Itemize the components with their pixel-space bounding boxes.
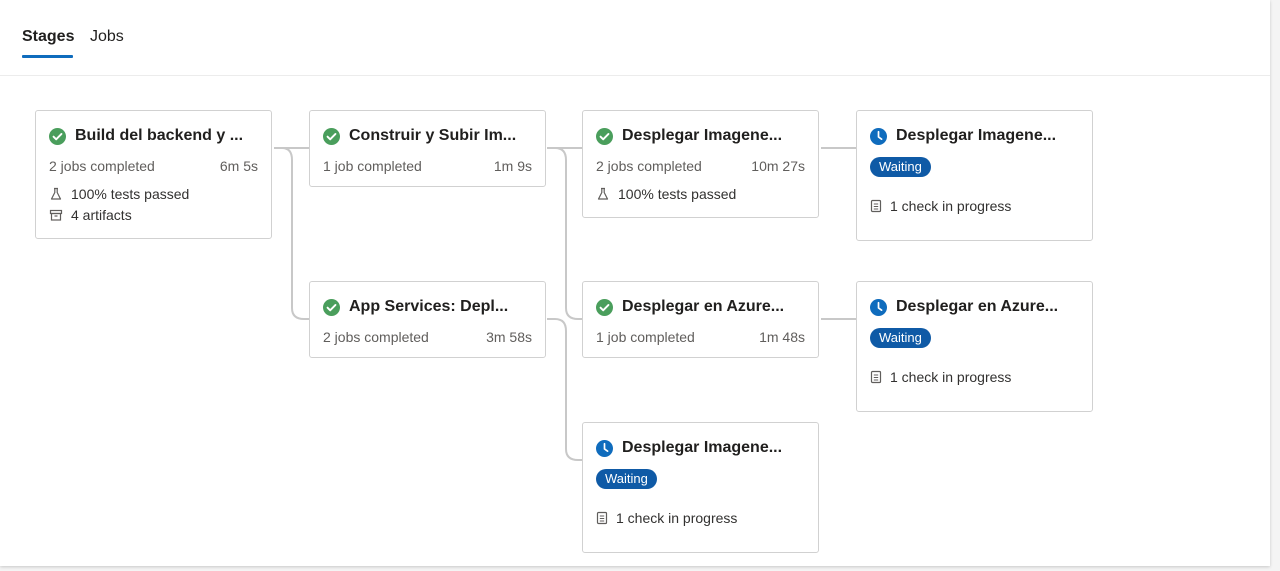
stage-duration: 1m 48s — [759, 329, 805, 345]
clock-icon — [596, 439, 613, 457]
waiting-badge: Waiting — [596, 469, 657, 489]
check-summary[interactable]: 1 check in progress — [870, 198, 1011, 214]
stage-title: Desplegar Imagene... — [622, 439, 783, 456]
stage-duration: 1m 9s — [493, 158, 532, 174]
checklist-icon — [870, 199, 882, 213]
success-check-icon — [596, 298, 613, 316]
checklist-icon — [596, 511, 608, 525]
check-summary[interactable]: 1 check in progress — [596, 510, 737, 526]
artifacts-label: 4 artifacts — [71, 207, 132, 223]
stage-duration: 3m 58s — [486, 329, 532, 345]
stage-card-desplegar-imagenes-3[interactable]: Desplegar Imagene... Waiting 1 check in … — [582, 422, 819, 553]
tests-summary[interactable]: 100% tests passed — [596, 186, 736, 202]
stage-duration: 6m 5s — [219, 158, 258, 174]
stage-title: Build del backend y ... — [75, 127, 244, 144]
jobs-status: 1 job completed — [323, 158, 422, 174]
success-check-icon — [49, 127, 66, 145]
flask-icon — [597, 187, 609, 200]
artifacts-summary[interactable]: 4 artifacts — [49, 207, 132, 223]
tests-summary[interactable]: 100% tests passed — [49, 186, 189, 202]
package-icon — [49, 209, 63, 221]
stage-title: Desplegar en Azure... — [896, 298, 1059, 315]
tests-label: 100% tests passed — [71, 186, 190, 202]
stage-card-construir-subir[interactable]: Construir y Subir Im... 1 job completed … — [309, 110, 546, 187]
jobs-status: 2 jobs completed — [323, 329, 429, 345]
stage-title: Desplegar Imagene... — [896, 127, 1057, 144]
jobs-status: 2 jobs completed — [596, 158, 702, 174]
clock-icon — [870, 127, 887, 145]
check-summary[interactable]: 1 check in progress — [870, 369, 1011, 385]
stage-card-desplegar-imagenes-2[interactable]: Desplegar Imagene... Waiting 1 check in … — [856, 110, 1093, 241]
jobs-status: 2 jobs completed — [49, 158, 155, 174]
checklist-icon — [870, 370, 882, 384]
waiting-badge: Waiting — [870, 157, 931, 177]
check-label: 1 check in progress — [616, 510, 738, 526]
jobs-status: 1 job completed — [596, 329, 695, 345]
check-label: 1 check in progress — [890, 369, 1012, 385]
success-check-icon — [596, 127, 613, 145]
stage-card-desplegar-imagenes-1[interactable]: Desplegar Imagene... 2 jobs completed 10… — [582, 110, 819, 218]
tests-label: 100% tests passed — [618, 186, 737, 202]
stage-card-build-backend[interactable]: Build del backend y ... 2 jobs completed… — [35, 110, 272, 239]
stage-title: Construir y Subir Im... — [349, 127, 517, 144]
clock-icon — [870, 298, 887, 316]
stage-title: Desplegar Imagene... — [622, 127, 783, 144]
success-check-icon — [323, 298, 340, 316]
stage-title: Desplegar en Azure... — [622, 298, 785, 315]
stage-card-desplegar-azure-1[interactable]: Desplegar en Azure... 1 job completed 1m… — [582, 281, 819, 358]
stage-duration: 10m 27s — [751, 158, 805, 174]
stage-card-app-services[interactable]: App Services: Depl... 2 jobs completed 3… — [309, 281, 546, 358]
stage-card-desplegar-azure-2[interactable]: Desplegar en Azure... Waiting 1 check in… — [856, 281, 1093, 412]
pipeline-panel: Stages Jobs Build del backend y ... 2 jo… — [0, 0, 1270, 566]
flask-icon — [50, 187, 62, 200]
check-label: 1 check in progress — [890, 198, 1012, 214]
waiting-badge: Waiting — [870, 328, 931, 348]
stage-title: App Services: Depl... — [349, 298, 509, 315]
success-check-icon — [323, 127, 340, 145]
